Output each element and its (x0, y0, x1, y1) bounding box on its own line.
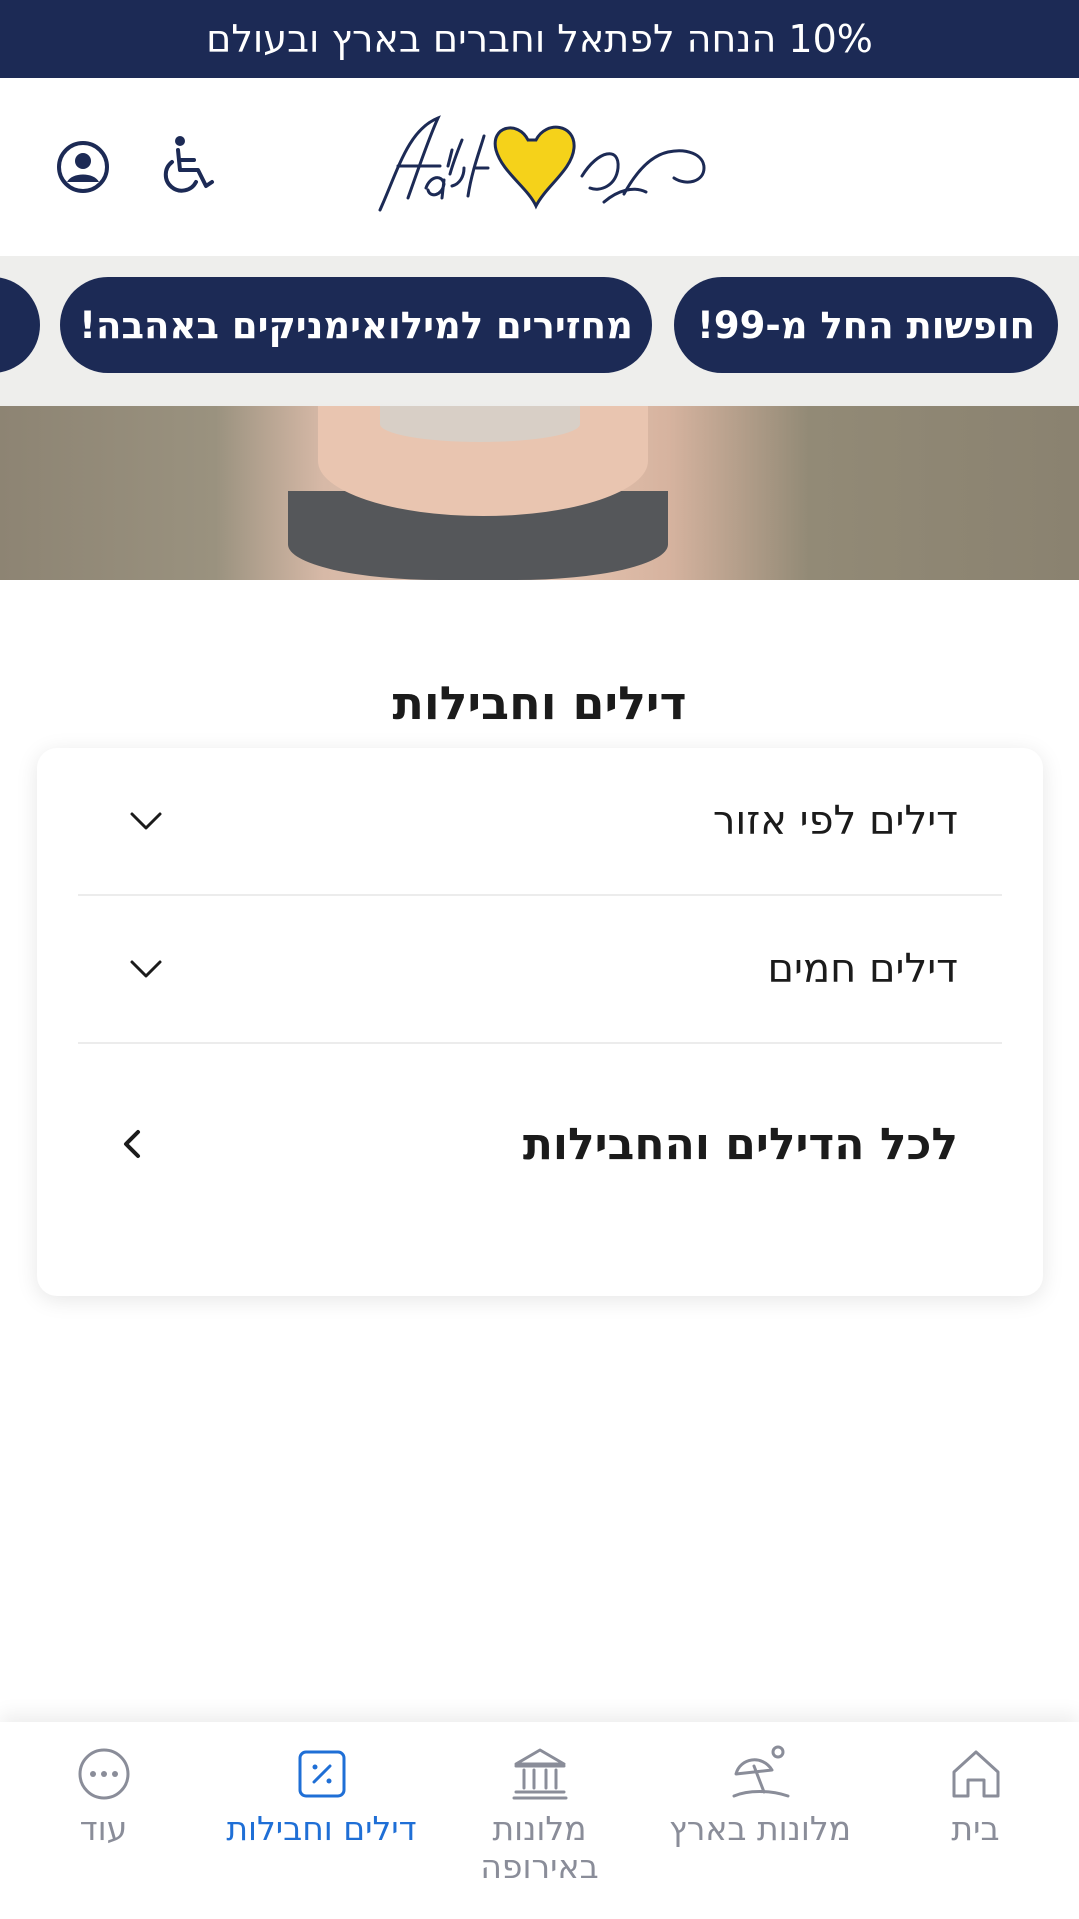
user-circle-icon[interactable] (56, 140, 110, 194)
row-label: דילים חמים (767, 946, 958, 992)
nav-label: עוד (79, 1809, 128, 1848)
deals-card: דילים לפי אזור דילים חמים לכל הדילים והח… (37, 748, 1043, 1296)
chip-label: חופשות החל מ-99! (697, 303, 1035, 347)
chip-label: מחזירים למילואימניקים באהבה! (79, 303, 633, 347)
nav-item-israel-hotels[interactable]: מלונות בארץ (650, 1744, 870, 1904)
row-label: לכל הדילים והחבילות (522, 1118, 958, 1170)
nav-label: בית (951, 1809, 1000, 1848)
chevron-down-icon (130, 812, 162, 830)
chip-partial[interactable] (0, 277, 40, 373)
fattal-logo[interactable] (368, 110, 712, 218)
building-columns-icon (512, 1748, 567, 1800)
nav-item-more[interactable]: עוד (0, 1744, 211, 1904)
bottom-nav: בית מלונות בארץ מלונות באירופה דילים וחב… (0, 1722, 1079, 1919)
hero-image-detail (380, 406, 580, 442)
all-deals-link[interactable]: לכל הדילים והחבילות (78, 1044, 1002, 1244)
chip-reservists[interactable]: מחזירים למילואימניקים באהבה! (60, 277, 652, 373)
section-title: דילים וחבילות (392, 676, 687, 730)
chip-holidays[interactable]: חופשות החל מ-99! (674, 277, 1058, 373)
row-label: דילים לפי אזור (712, 798, 958, 844)
home-icon (952, 1750, 999, 1798)
nav-label: מלונות באירופה (480, 1809, 599, 1886)
beach-umbrella-icon (732, 1745, 790, 1798)
deals-by-region-row[interactable]: דילים לפי אזור (78, 748, 1002, 896)
nav-label: דילים וחבילות (226, 1809, 417, 1848)
nav-item-home[interactable]: בית (868, 1744, 1079, 1904)
percent-tag-icon (298, 1750, 345, 1798)
wheelchair-icon[interactable] (156, 134, 216, 196)
chevron-down-icon (130, 960, 162, 978)
promo-banner[interactable]: 10% הנחה לפתאל וחברים בארץ ובעולם (0, 0, 1079, 78)
chips-carousel[interactable]: חופשות החל מ-99! מחזירים למילואימניקים ב… (0, 256, 1079, 406)
nav-item-deals[interactable]: דילים וחבילות (214, 1744, 429, 1904)
nav-item-europe-hotels[interactable]: מלונות באירופה (432, 1744, 647, 1904)
hero-banner[interactable]: חופשות החל מ-99! מחזירים למילואימניקים ב… (0, 256, 1079, 580)
nav-label: מלונות בארץ (668, 1809, 852, 1848)
chevron-left-icon (124, 1130, 140, 1158)
more-dots-icon (78, 1748, 129, 1800)
hot-deals-row[interactable]: דילים חמים (78, 896, 1002, 1044)
site-header (0, 78, 1079, 256)
promo-banner-text: 10% הנחה לפתאל וחברים בארץ ובעולם (206, 17, 873, 61)
